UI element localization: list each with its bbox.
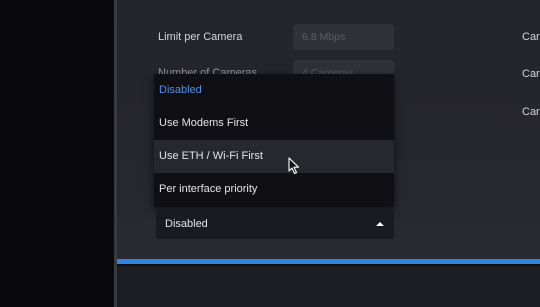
caret-up-icon <box>376 222 384 226</box>
right-column-label-1: Car <box>522 31 540 43</box>
progress-bar <box>117 259 540 264</box>
mouse-cursor-icon <box>288 157 300 175</box>
option-use-modems-first[interactable]: Use Modems First <box>154 107 394 140</box>
limit-per-camera-input[interactable]: 6.8 Mbps <box>293 24 394 50</box>
bonding-mode-dropdown-menu: Disabled Use Modems First Use ETH / Wi-F… <box>154 74 394 207</box>
option-disabled[interactable]: Disabled <box>154 74 394 107</box>
select-value: Disabled <box>165 218 208 230</box>
bottom-area <box>117 266 540 307</box>
left-sidebar <box>0 0 114 307</box>
limit-per-camera-label: Limit per Camera <box>158 31 243 43</box>
bonding-mode-select[interactable]: Disabled <box>156 209 394 239</box>
option-per-interface-priority[interactable]: Per interface priority <box>154 173 394 206</box>
option-use-eth-wifi-first[interactable]: Use ETH / Wi-Fi First <box>154 140 394 173</box>
right-column-label-2: Car <box>522 68 540 80</box>
right-column-label-3: Car <box>522 106 540 118</box>
